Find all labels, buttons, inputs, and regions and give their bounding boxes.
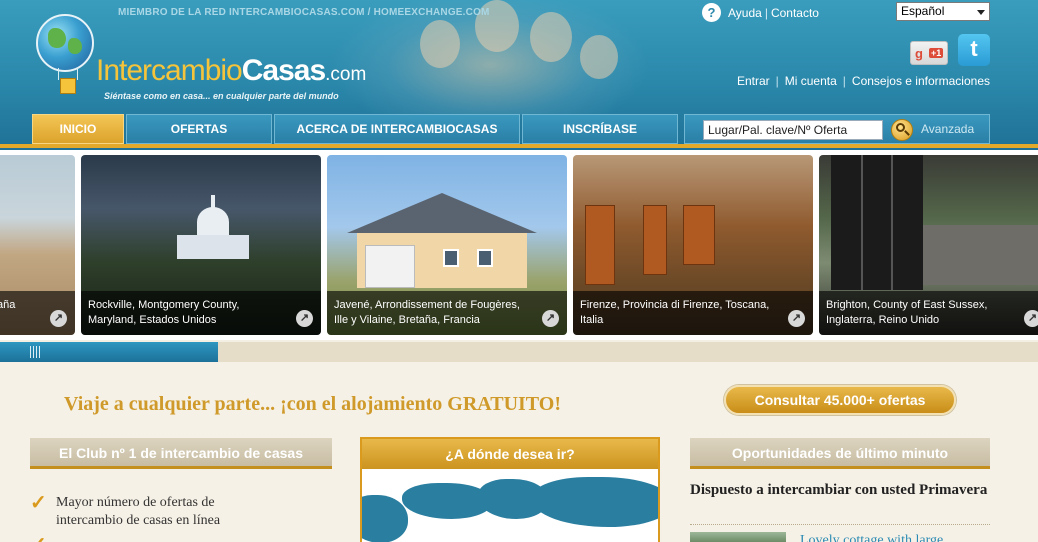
last-minute-title: Dispuesto a intercambiar con usted Prima… [690, 482, 988, 498]
help-icon[interactable]: ? [702, 3, 721, 22]
logo-globe-icon[interactable] [36, 14, 94, 72]
chevron-down-icon [977, 10, 985, 15]
house-photo [347, 193, 547, 288]
main-nav: INICIO OFERTAS ACERCA DE INTERCAMBIOCASA… [0, 112, 1038, 150]
search-box: Avanzada [684, 114, 990, 144]
account-links: Entrar | Mi cuenta | Consejos e informacione… [736, 74, 990, 88]
last-minute-heading: Oportunidades de último minuto [690, 438, 990, 469]
scrollbar-grip-icon [30, 346, 40, 358]
logo-text-part3: .com [325, 64, 367, 85]
network-membership-text: MIEMBRO DE LA RED INTERCAMBIOCASAS.COM /… [118, 7, 490, 18]
arrow-link-icon[interactable]: ↗ [788, 310, 805, 327]
property-carousel: aña ↗ Rockville, Montgomery County, Mary… [0, 150, 1038, 340]
arrow-link-icon[interactable]: ↗ [50, 310, 67, 327]
map-region-americas[interactable] [362, 495, 408, 542]
world-map-widget[interactable]: ¿A dónde desea ir? [360, 437, 660, 542]
logo-house-basket-icon [60, 78, 76, 94]
twitter-bird-icon[interactable]: t [958, 34, 990, 66]
checkmark-icon: ✓ [30, 492, 47, 514]
checkmark-icon: ✓ [30, 532, 47, 542]
carousel-scrollbar[interactable] [0, 342, 1038, 362]
nav-underline [0, 144, 1038, 148]
logo-text-part2: Casas [241, 54, 326, 87]
login-link[interactable]: Entrar [737, 74, 770, 88]
map-heading: ¿A dónde desea ir? [362, 439, 658, 469]
site-header: MIEMBRO DE LA RED INTERCAMBIOCASAS.COM /… [0, 0, 1038, 150]
carousel-slide[interactable]: Brighton, County of East Sussex, Inglate… [819, 155, 1038, 335]
google-plus-icon: g [915, 46, 923, 61]
glass-door-photo [831, 155, 923, 290]
contact-link[interactable]: Contacto [771, 6, 819, 20]
slide-caption: Firenze, Provincia di Firenze, Toscana, … [573, 291, 813, 335]
search-input[interactable] [703, 120, 883, 140]
language-selected-value: Español [901, 4, 945, 18]
language-select[interactable]: Español [896, 2, 990, 21]
slide-caption: Rockville, Montgomery County, Maryland, … [81, 291, 321, 335]
nav-tab-ofertas[interactable]: OFERTAS [126, 114, 272, 144]
capitol-photo [177, 195, 249, 259]
club-heading: El Club nº 1 de intercambio de casas [30, 438, 332, 469]
google-plus-button[interactable]: g +1 [910, 41, 948, 65]
nav-tab-inscribase[interactable]: INSCRÍBASE [522, 114, 678, 144]
slide-caption: Javené, Arrondissement de Fougères, Ille… [327, 291, 567, 335]
slide-caption: Brighton, County of East Sussex, Inglate… [819, 291, 1038, 335]
carousel-slide[interactable]: Javené, Arrondissement de Fougères, Ille… [327, 155, 567, 335]
help-link[interactable]: Ayuda [728, 6, 762, 20]
consult-offers-button[interactable]: Consultar 45.000+ ofertas [724, 385, 956, 415]
arrow-link-icon[interactable]: ↗ [296, 310, 313, 327]
promo-headline: Viaje a cualquier parte... ¡con el aloja… [64, 393, 561, 415]
search-button[interactable] [891, 119, 913, 141]
my-account-link[interactable]: Mi cuenta [785, 74, 837, 88]
help-links: Ayuda | Contacto [728, 6, 819, 20]
nav-tab-inicio[interactable]: INICIO [32, 114, 124, 144]
offer-thumbnail[interactable] [690, 532, 786, 542]
main-content: Viaje a cualquier parte... ¡con el aloja… [0, 362, 1038, 542]
nav-tab-acerca[interactable]: ACERCA DE INTERCAMBIOCASAS [274, 114, 520, 144]
carousel-slide[interactable]: Firenze, Provincia di Firenze, Toscana, … [573, 155, 813, 335]
club-feature-text: Mayor número de ofertas de intercambio d… [56, 495, 221, 528]
logo-text-part1: Intercambio [96, 54, 243, 87]
advanced-search-link[interactable]: Avanzada [921, 122, 974, 136]
google-plus-count: +1 [929, 48, 944, 58]
offer-link[interactable]: Lovely cottage with large [800, 533, 943, 542]
map-region-asia[interactable] [532, 477, 658, 527]
carousel-slide[interactable]: aña ↗ [0, 155, 75, 335]
carousel-slide[interactable]: Rockville, Montgomery County, Maryland, … [81, 155, 321, 335]
site-tagline: Siéntase como en casa... en cualquier pa… [104, 91, 339, 101]
arrow-link-icon[interactable]: ↗ [542, 310, 559, 327]
site-logo[interactable]: IntercambioCasas.com [96, 54, 366, 88]
divider [690, 524, 990, 525]
tips-info-link[interactable]: Consejos e informaciones [852, 74, 990, 88]
arrow-link-icon[interactable]: ↗ [1024, 310, 1038, 327]
